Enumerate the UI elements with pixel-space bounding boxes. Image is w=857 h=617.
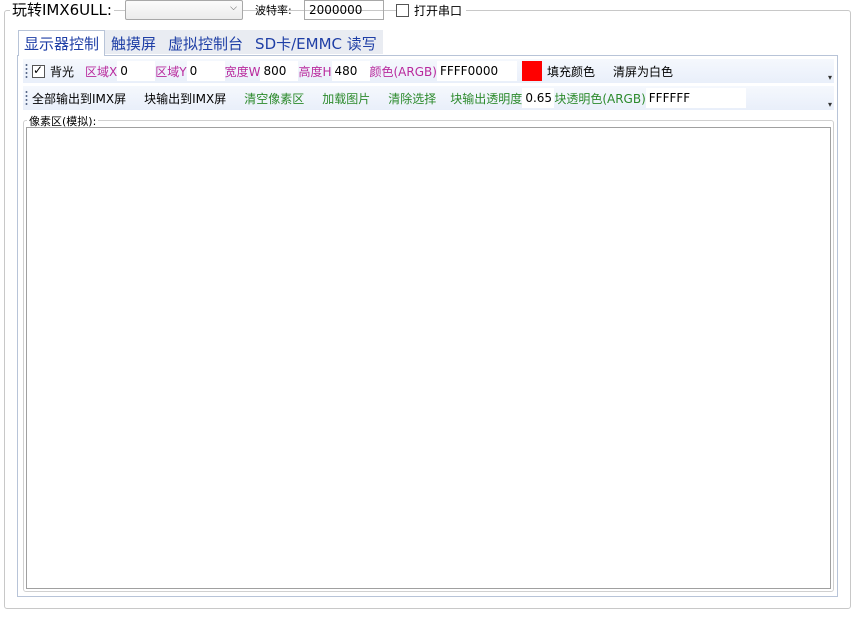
output-all-button[interactable]: 全部输出到IMX屏: [32, 90, 126, 107]
block-transparent-color-label: 块透明色(ARGB): [554, 91, 646, 106]
display-toolbar: 背光 区域X 0 区域Y 0 宽度W 800 高度H 480 颜色(ARGB) …: [23, 59, 834, 83]
backlight-label: 背光: [50, 64, 75, 79]
block-transparent-color-input[interactable]: FFFFFF: [645, 88, 746, 108]
color-input[interactable]: FFFF0000: [436, 61, 517, 81]
toolbar-grip[interactable]: [25, 63, 28, 79]
color-swatch[interactable]: [521, 61, 542, 81]
tab-display-control[interactable]: 显示器控制: [18, 30, 106, 56]
block-opacity-label: 块输出透明度: [450, 91, 523, 106]
clear-white-button[interactable]: 清屏为白色: [613, 63, 673, 80]
output-block-button[interactable]: 块输出到IMX屏: [144, 90, 226, 107]
tab-panel-display-control: 背光 区域X 0 区域Y 0 宽度W 800 高度H 480 颜色(ARGB) …: [17, 55, 838, 597]
pixel-canvas[interactable]: [26, 127, 831, 589]
open-port-checkbox-box[interactable]: [396, 4, 409, 17]
serial-port-select[interactable]: ⌵: [125, 0, 243, 20]
clear-selection-button[interactable]: 清除选择: [388, 90, 436, 107]
baud-label: 波特率:: [255, 4, 292, 17]
height-label: 高度H: [298, 64, 332, 79]
app-title: 玩转IMX6ULL:: [10, 0, 114, 20]
toolbar-grip[interactable]: [25, 90, 28, 106]
backlight-checkbox[interactable]: [32, 63, 45, 78]
chevron-down-icon: ⌵: [230, 3, 237, 13]
open-port-label: 打开串口: [414, 4, 463, 18]
open-port-checkbox[interactable]: 打开串口: [396, 2, 467, 19]
tab-strip: 显示器控制 触摸屏 虚拟控制台 SD卡/EMMC 读写: [18, 30, 383, 56]
width-input[interactable]: 800: [260, 61, 299, 81]
color-label: 颜色(ARGB): [369, 64, 437, 79]
load-image-button[interactable]: 加载图片: [322, 90, 370, 107]
region-x-input[interactable]: 0: [117, 61, 156, 81]
clear-pixels-button[interactable]: 清空像素区: [244, 90, 304, 107]
toolbar-overflow-icon[interactable]: ▾: [828, 73, 832, 82]
baud-input[interactable]: 2000000: [304, 0, 384, 20]
width-label: 宽度W: [224, 64, 261, 79]
tab-sd-emmc[interactable]: SD卡/EMMC 读写: [249, 30, 383, 54]
fill-color-button[interactable]: 填充颜色: [547, 63, 595, 80]
region-x-label: 区域X: [85, 64, 118, 79]
block-opacity-input[interactable]: 0.65: [522, 88, 555, 108]
height-input[interactable]: 480: [331, 61, 370, 81]
region-y-input[interactable]: 0: [186, 61, 225, 81]
toolbar-overflow-icon[interactable]: ▾: [828, 100, 832, 109]
tab-virtual-console[interactable]: 虚拟控制台: [162, 30, 250, 54]
region-y-label: 区域Y: [155, 64, 187, 79]
tab-touchscreen[interactable]: 触摸屏: [105, 30, 163, 54]
output-toolbar: 全部输出到IMX屏 块输出到IMX屏 清空像素区 加载图片 清除选择 块输出透明…: [23, 86, 834, 110]
pixel-area-group: 像素区(模拟):: [23, 113, 834, 592]
